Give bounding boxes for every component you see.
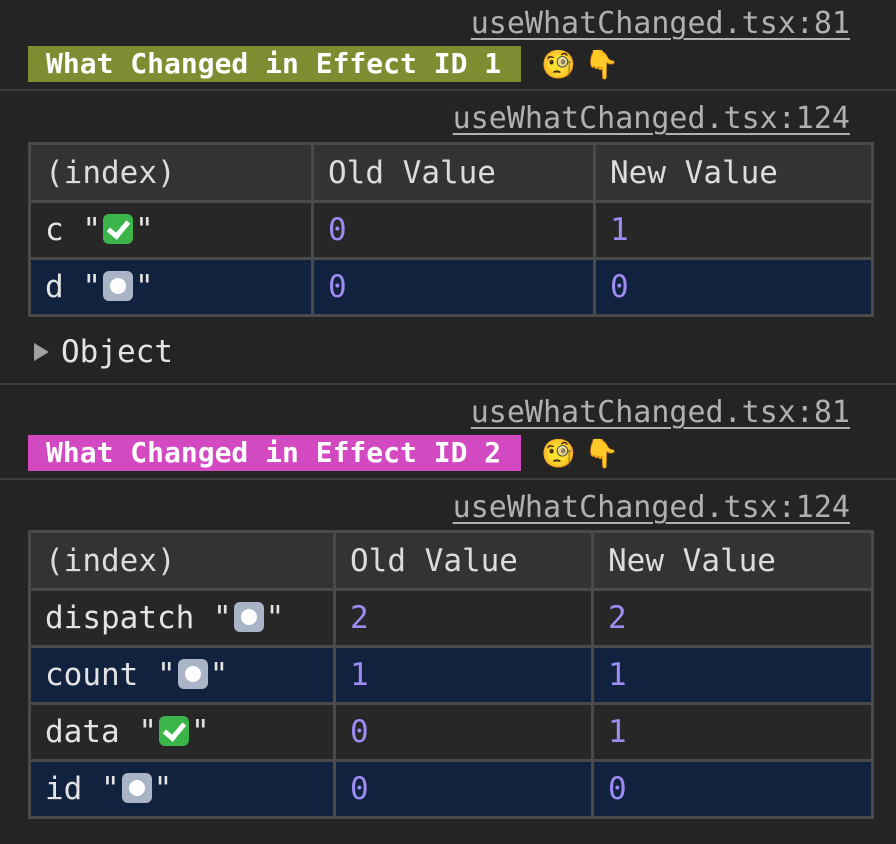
source-link-table-2[interactable]: useWhatChanged.tsx:124: [453, 490, 850, 525]
table-row: d " " 0 0: [28, 257, 874, 317]
quote: ": [135, 269, 154, 305]
table-row: count " " 1 1: [28, 645, 874, 705]
effect-2-header: What Changed in Effect ID 2 🧐 👇: [28, 435, 619, 471]
effect-1-badge: What Changed in Effect ID 1: [28, 46, 522, 82]
check-icon: [159, 716, 189, 746]
console-table-2: (index) Old Value New Value dispatch " " …: [28, 530, 874, 819]
row-key-name: data: [45, 714, 120, 750]
row-key-name: count: [45, 657, 139, 693]
table-row: dispatch " " 2 2: [28, 588, 874, 648]
old-value-cell: 0: [311, 257, 596, 317]
old-value-cell: 0: [333, 702, 594, 762]
source-link-effect-1[interactable]: useWhatChanged.tsx:81: [471, 6, 850, 41]
new-value-cell: 0: [593, 257, 874, 317]
quote: ": [101, 771, 120, 807]
row-key-name: c: [45, 212, 64, 248]
row-key: c " ": [28, 200, 314, 260]
quote: ": [212, 600, 232, 636]
pointing-down-icon: 👇: [584, 47, 619, 81]
console-message-group-1: useWhatChanged.tsx:81 What Changed in Ef…: [0, 0, 896, 91]
console-table-1: (index) Old Value New Value c " " 0 1 d "…: [28, 142, 874, 317]
source-link-table-1[interactable]: useWhatChanged.tsx:124: [453, 101, 850, 136]
object-label: Object: [61, 334, 173, 370]
row-key-name: dispatch: [45, 600, 195, 636]
row-key: d " ": [28, 257, 314, 317]
radio-icon: [233, 602, 264, 632]
quote: ": [191, 714, 210, 750]
column-header-index[interactable]: (index): [28, 142, 314, 203]
quote: ": [82, 212, 102, 248]
column-header-new-value[interactable]: New Value: [593, 142, 874, 203]
quote: ": [82, 269, 102, 305]
new-value-cell: 1: [593, 200, 874, 260]
row-key-name: d: [45, 269, 64, 305]
row-key-name: id: [45, 771, 83, 807]
new-value-cell: 0: [591, 759, 874, 819]
row-key: id " ": [28, 759, 336, 819]
column-header-old-value[interactable]: Old Value: [333, 530, 594, 591]
pointing-down-icon: 👇: [584, 436, 619, 470]
old-value-cell: 1: [333, 645, 594, 705]
monocle-face-icon: 🧐: [541, 47, 577, 81]
table-row: id " " 0 0: [28, 759, 874, 819]
old-value-cell: 0: [333, 759, 594, 819]
row-key: data " ": [28, 702, 336, 762]
table-header-row: (index) Old Value New Value: [28, 142, 874, 203]
monocle-face-icon: 🧐: [541, 436, 577, 470]
quote: ": [157, 657, 176, 693]
table-header-row: (index) Old Value New Value: [28, 530, 874, 591]
old-value-cell: 2: [333, 588, 594, 648]
check-icon: [103, 214, 134, 244]
old-value-cell: 0: [311, 200, 596, 260]
new-value-cell: 1: [591, 702, 874, 762]
quote: ": [138, 714, 157, 750]
console-message-table-1: useWhatChanged.tsx:124 (index) Old Value…: [0, 91, 896, 385]
radio-icon: [121, 773, 152, 803]
table-row: data " " 0 1: [28, 702, 874, 762]
table-row: c " " 0 1: [28, 200, 874, 260]
object-expander[interactable]: Object: [34, 334, 173, 370]
console-message-group-2: useWhatChanged.tsx:81 What Changed in Ef…: [0, 385, 896, 480]
quote: ": [135, 212, 154, 248]
radio-icon: [103, 271, 134, 301]
new-value-cell: 1: [591, 645, 874, 705]
column-header-old-value[interactable]: Old Value: [311, 142, 596, 203]
console-message-table-2: useWhatChanged.tsx:124 (index) Old Value…: [0, 480, 896, 844]
quote: ": [153, 771, 173, 807]
effect-1-header: What Changed in Effect ID 1 🧐 👇: [28, 46, 619, 82]
quote: ": [265, 600, 285, 636]
effect-2-badge: What Changed in Effect ID 2: [28, 435, 522, 471]
row-key: count " ": [28, 645, 336, 705]
radio-icon: [177, 659, 208, 689]
source-link-effect-2[interactable]: useWhatChanged.tsx:81: [471, 395, 850, 430]
column-header-new-value[interactable]: New Value: [591, 530, 874, 591]
new-value-cell: 2: [591, 588, 874, 648]
quote: ": [209, 657, 229, 693]
expand-triangle-icon[interactable]: [34, 343, 49, 361]
column-header-index[interactable]: (index): [28, 530, 336, 591]
row-key: dispatch " ": [28, 588, 336, 648]
